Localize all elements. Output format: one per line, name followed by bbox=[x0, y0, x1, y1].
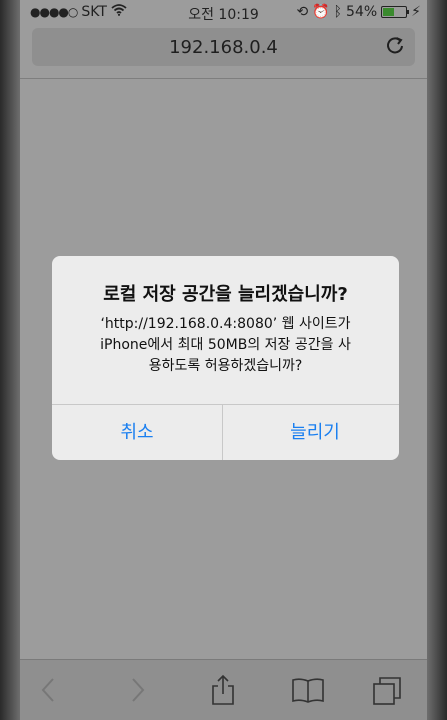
battery-percent: 54% bbox=[346, 4, 378, 20]
charging-icon: ⚡ bbox=[411, 4, 421, 20]
address-url[interactable]: 192.168.0.4 bbox=[32, 37, 415, 58]
bookmarks-icon[interactable] bbox=[288, 670, 328, 710]
alert-message-line: iPhone에서 최대 50MB의 저장 공간을 사 bbox=[100, 337, 351, 353]
tabs-icon[interactable] bbox=[368, 670, 408, 710]
back-icon[interactable] bbox=[28, 670, 68, 710]
phone-edge-right bbox=[427, 0, 447, 720]
alert-message-line: 용하도록 허용하겠습니까? bbox=[148, 358, 303, 374]
alert-message: ‘http://192.168.0.4:8080’ 웹 사이트가 iPhone에… bbox=[66, 314, 385, 377]
forward-icon[interactable] bbox=[118, 670, 158, 710]
alarm-icon: ⏰ bbox=[312, 4, 330, 20]
status-time: 오전 10:19 bbox=[188, 7, 259, 23]
rotation-lock-icon: ⟲ bbox=[296, 4, 309, 20]
battery-icon bbox=[381, 6, 410, 18]
share-icon[interactable] bbox=[203, 670, 243, 710]
phone-edge-left bbox=[0, 0, 20, 720]
alert-title: 로컬 저장 공간을 늘리겠습니까? bbox=[103, 284, 348, 305]
status-bar: ●●●●○ SKT 오전 10:19 ⟲ ⏰ ᛒ 54% ⚡ bbox=[20, 0, 427, 24]
carrier-name: SKT bbox=[81, 4, 107, 20]
storage-alert: 로컬 저장 공간을 늘리겠습니까? ‘http://192.168.0.4:80… bbox=[52, 256, 399, 460]
increase-storage-button[interactable]: 늘리기 bbox=[231, 405, 399, 460]
reload-icon[interactable] bbox=[385, 35, 405, 60]
safari-screen: ●●●●○ SKT 오전 10:19 ⟲ ⏰ ᛒ 54% ⚡ 192.168.0… bbox=[20, 0, 427, 720]
phone-frame: ●●●●○ SKT 오전 10:19 ⟲ ⏰ ᛒ 54% ⚡ 192.168.0… bbox=[0, 0, 447, 720]
address-bar-divider bbox=[20, 78, 427, 79]
cancel-button[interactable]: 취소 bbox=[52, 405, 222, 460]
address-bar[interactable]: 192.168.0.4 bbox=[32, 28, 415, 66]
battery-fill bbox=[383, 8, 395, 16]
alert-button-divider bbox=[222, 405, 223, 460]
bluetooth-icon: ᛒ bbox=[333, 4, 343, 20]
alert-message-line: ‘http://192.168.0.4:8080’ 웹 사이트가 bbox=[100, 316, 351, 332]
status-left: ●●●●○ SKT bbox=[30, 4, 127, 20]
safari-toolbar bbox=[20, 659, 427, 720]
signal-strength-icon: ●●●●○ bbox=[30, 5, 78, 19]
wifi-icon bbox=[111, 4, 127, 20]
status-right: ⟲ ⏰ ᛒ 54% ⚡ bbox=[296, 4, 421, 20]
